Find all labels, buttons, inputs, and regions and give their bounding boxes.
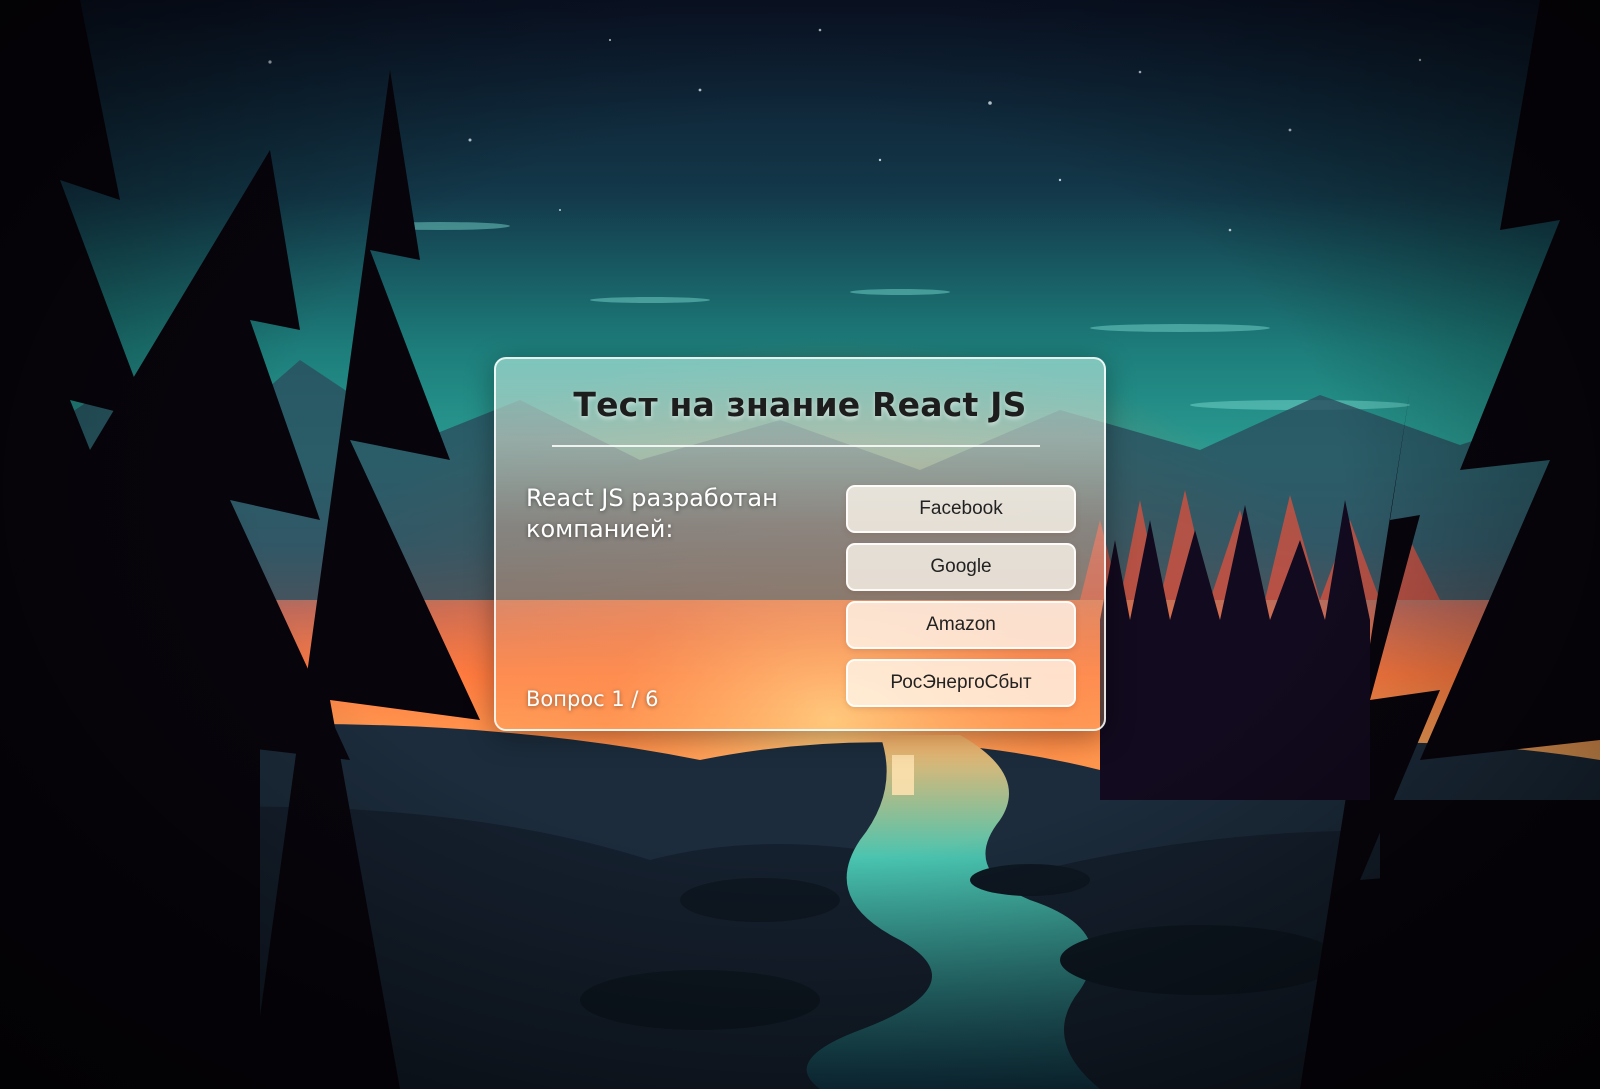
title-divider bbox=[552, 445, 1040, 447]
quiz-title: Тест на знание React JS bbox=[573, 385, 1027, 424]
answer-button-google[interactable]: Google bbox=[846, 543, 1076, 591]
answer-list: Facebook Google Amazon РосЭнергоСбыт bbox=[846, 485, 1076, 717]
answer-button-amazon[interactable]: Amazon bbox=[846, 601, 1076, 649]
question-progress: Вопрос 1 / 6 bbox=[526, 687, 659, 711]
answer-button-rosenergosbyt[interactable]: РосЭнергоСбыт bbox=[846, 659, 1076, 707]
answer-button-facebook[interactable]: Facebook bbox=[846, 485, 1076, 533]
quiz-card: Тест на знание React JS React JS разрабо… bbox=[494, 357, 1106, 731]
question-text: React JS разработан компанией: bbox=[526, 484, 778, 543]
